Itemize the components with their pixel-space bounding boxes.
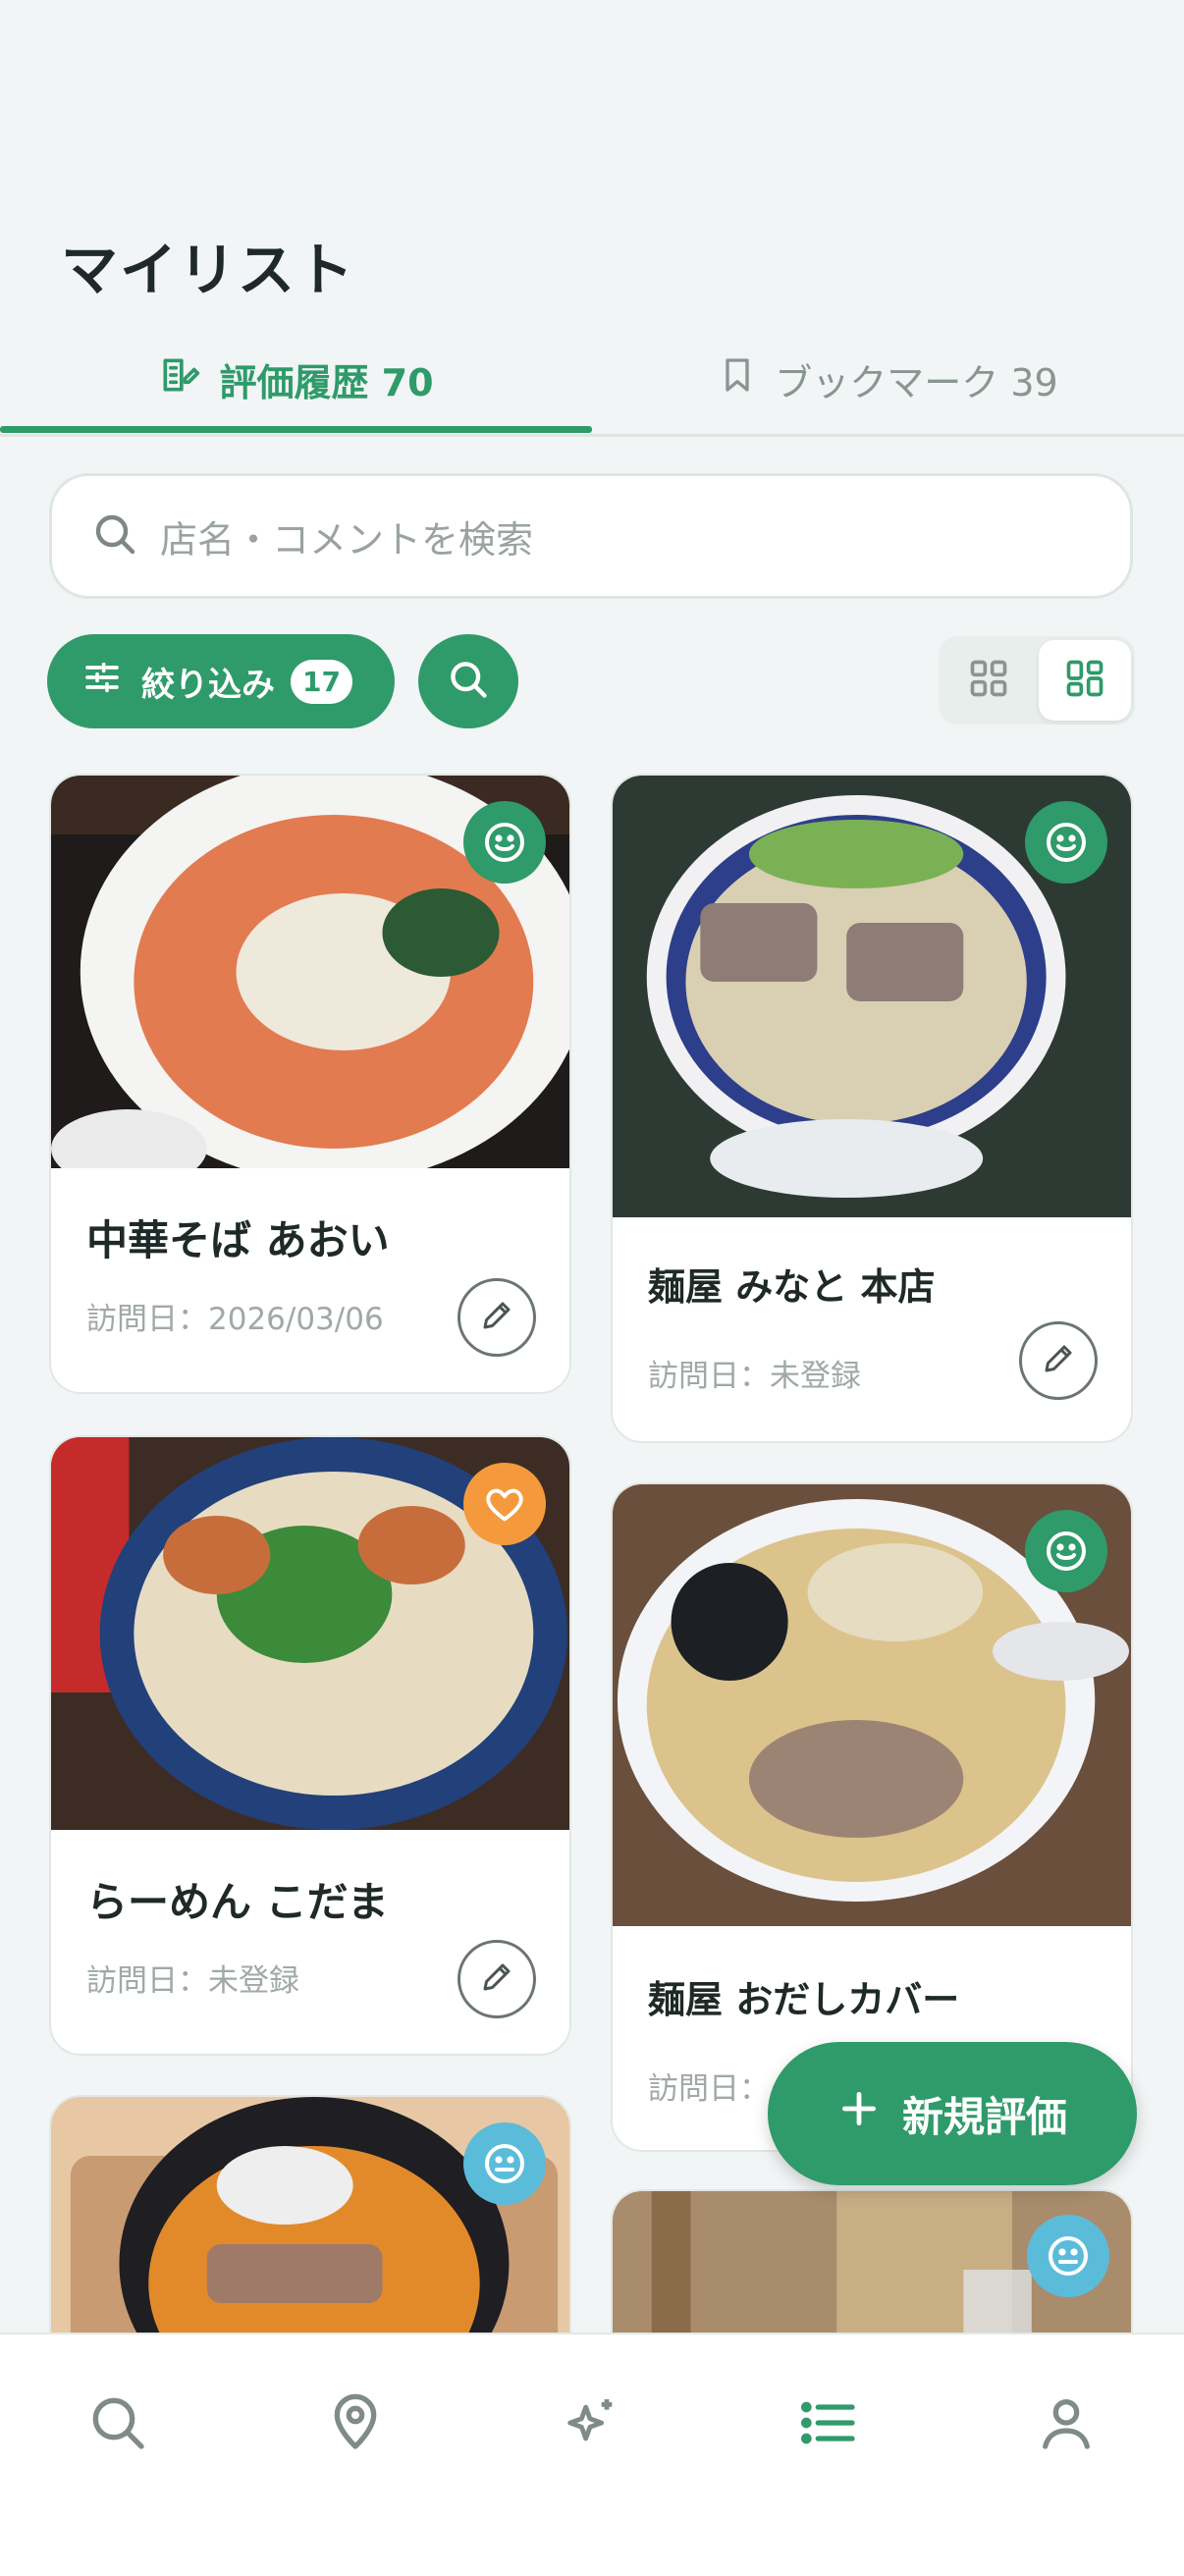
tab-active-indicator	[0, 426, 592, 433]
review-card[interactable]: 中華そば あおい 訪問日：2026/03/06	[49, 774, 571, 1394]
tab-bookmarks-label: ブックマーク 39	[775, 360, 1058, 404]
filter-label: 絞り込み	[141, 665, 275, 705]
nav-mylist[interactable]	[781, 2378, 876, 2472]
visit-date: 訪問日：	[648, 2071, 770, 2107]
user-icon	[1035, 2391, 1098, 2458]
pencil-icon	[1041, 1341, 1076, 1380]
bottom-nav	[0, 2333, 1184, 2576]
filter-button[interactable]: 絞り込み 17	[47, 634, 395, 728]
nav-map[interactable]	[308, 2378, 403, 2472]
visit-date: 訪問日：2026/03/06	[86, 1302, 384, 1337]
grid-icon	[967, 657, 1010, 704]
tab-bar: 評価履歴 70 ブックマーク 39	[0, 324, 1184, 437]
plus-icon	[837, 2087, 881, 2140]
smile-icon	[463, 801, 546, 884]
page-title: マイリスト	[61, 237, 356, 303]
nav-discover[interactable]	[544, 2378, 638, 2472]
masonry-view-button[interactable]	[1039, 640, 1131, 721]
search-input[interactable]: 店名・コメントを検索	[49, 473, 1133, 599]
grid-view-button[interactable]	[942, 640, 1035, 721]
smile-icon	[1025, 801, 1107, 884]
shop-name: 麺屋 おだしカバー	[648, 1978, 960, 2021]
view-toggle	[939, 636, 1135, 724]
map-pin-icon	[324, 2391, 387, 2458]
edit-note-icon	[158, 353, 201, 405]
edit-button[interactable]	[1019, 1321, 1098, 1400]
review-card[interactable]: 麺屋 みなと 本店 訪問日：未登録	[611, 774, 1133, 1443]
tab-ratings-history[interactable]: 評価履歴 70	[0, 324, 592, 434]
nav-search[interactable]	[71, 2378, 165, 2472]
filter-search-button[interactable]	[418, 634, 518, 728]
sliders-icon	[82, 658, 122, 706]
visit-date: 訪問日：未登録	[648, 1359, 861, 1394]
review-card[interactable]: らーめん こだま 訪問日：未登録	[49, 1435, 571, 2056]
search-icon	[447, 658, 490, 705]
masonry-grid-icon	[1063, 657, 1106, 704]
new-review-label: 新規評価	[901, 2092, 1067, 2141]
bookmark-icon	[718, 353, 757, 405]
search-icon	[91, 510, 138, 562]
neutral-face-icon	[1027, 2215, 1109, 2297]
shop-name: 麺屋 みなと 本店	[648, 1265, 936, 1309]
edit-button[interactable]	[457, 1278, 536, 1357]
visit-date: 訪問日：未登録	[86, 1963, 299, 1999]
filter-count-badge: 17	[291, 659, 352, 704]
pencil-icon	[479, 1959, 514, 1999]
tab-bookmarks[interactable]: ブックマーク 39	[592, 324, 1184, 434]
shop-name: 中華そば あおい	[86, 1216, 390, 1264]
pencil-icon	[479, 1298, 514, 1337]
nav-profile[interactable]	[1019, 2378, 1113, 2472]
sparkle-icon	[560, 2391, 622, 2458]
new-review-button[interactable]: 新規評価	[768, 2042, 1137, 2185]
search-icon	[86, 2391, 149, 2458]
shop-name: らーめん こだま	[86, 1878, 389, 1926]
edit-button[interactable]	[457, 1940, 536, 2018]
heart-icon	[463, 1463, 546, 1545]
list-icon	[797, 2391, 860, 2458]
search-placeholder: 店名・コメントを検索	[160, 517, 534, 562]
smile-icon	[1025, 1510, 1107, 1592]
neutral-face-icon	[463, 2122, 546, 2205]
tab-ratings-label: 評価履歴 70	[219, 360, 434, 404]
